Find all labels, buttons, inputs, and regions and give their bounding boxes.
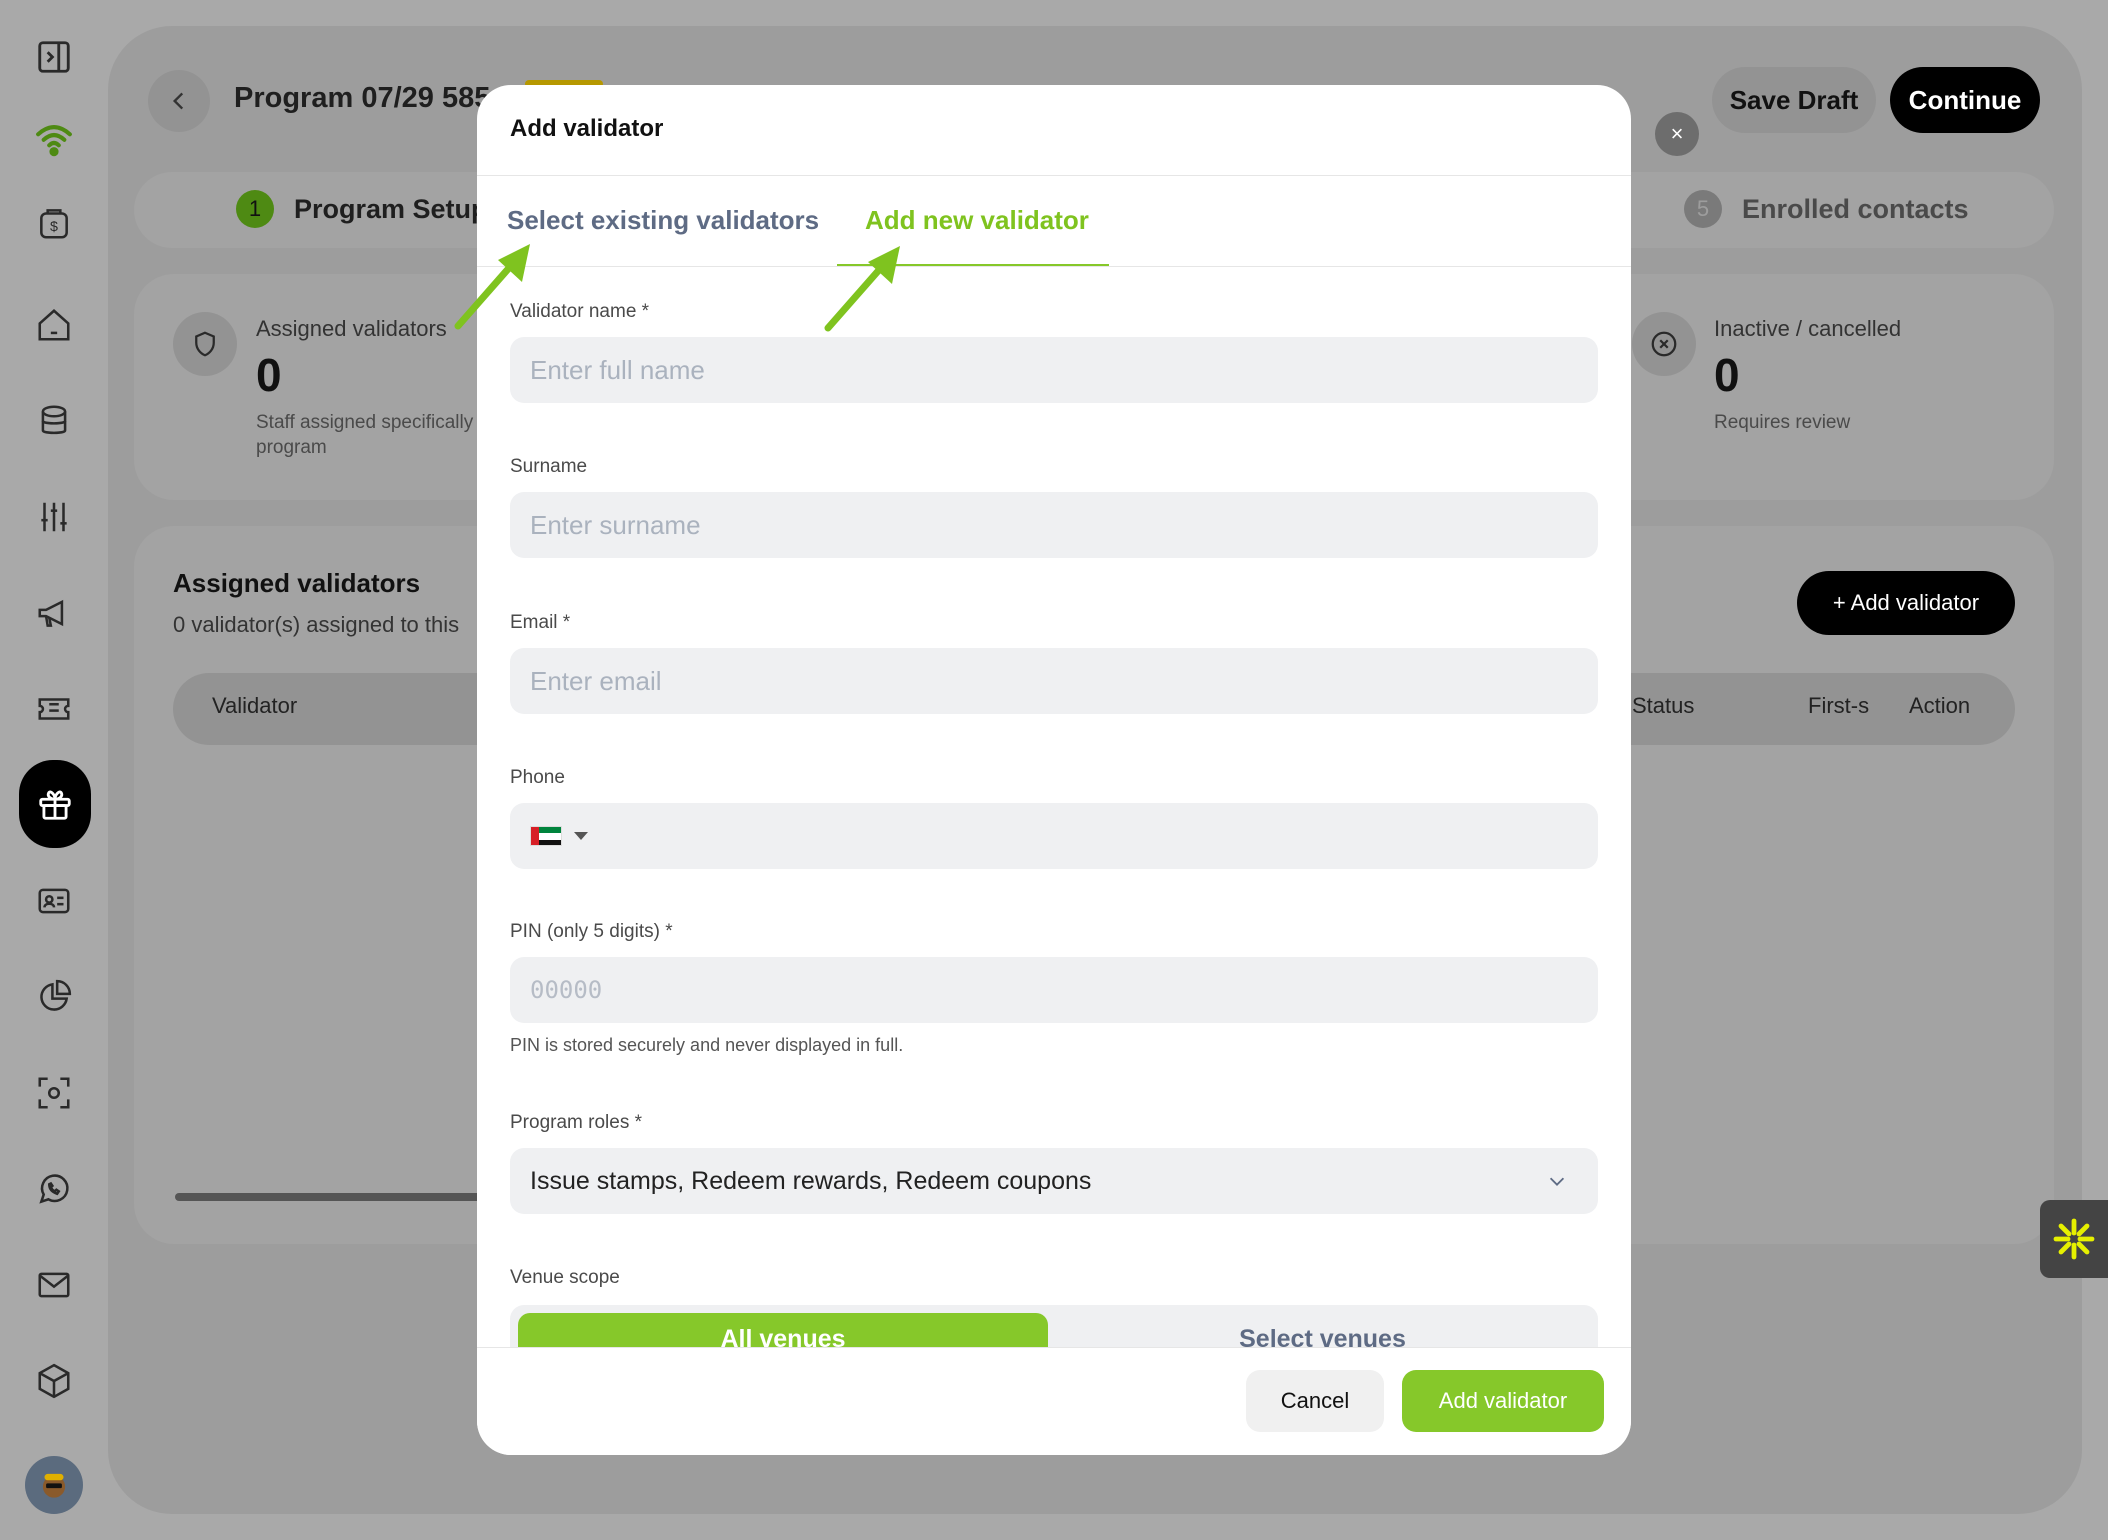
shield-icon — [173, 312, 237, 376]
save-draft-button[interactable]: Save Draft — [1712, 67, 1876, 133]
whatsapp-icon[interactable] — [19, 1154, 89, 1224]
tab-add-new[interactable]: Add new validator — [865, 205, 1089, 236]
home-icon[interactable] — [19, 290, 89, 360]
pin-hint: PIN is stored securely and never display… — [510, 1035, 904, 1055]
validator-name-input[interactable]: Enter full name — [510, 337, 1598, 403]
inactive-sub: Requires review — [1714, 412, 1851, 433]
step-5-number: 5 — [1684, 190, 1722, 228]
surname-label: Surname — [510, 456, 588, 477]
uae-flag-icon[interactable] — [530, 826, 562, 846]
svg-text:$: $ — [50, 219, 58, 235]
gift-icon[interactable] — [19, 760, 91, 848]
scan-icon[interactable] — [19, 1058, 89, 1128]
inactive-value: 0 — [1714, 349, 1740, 401]
assigned-validators-sub: Staff assigned specifically program — [256, 412, 474, 458]
surname-input[interactable]: Enter surname — [510, 492, 1598, 558]
program-roles-value: Issue stamps, Redeem rewards, Redeem cou… — [530, 1166, 1092, 1195]
inactive-label: Inactive / cancelled — [1714, 316, 1902, 341]
annotation-arrow-2 — [824, 246, 900, 332]
mail-icon[interactable] — [19, 1250, 89, 1320]
page-title: Program 07/29 585 — [234, 82, 491, 114]
add-validator-button[interactable]: Add validator — [1402, 1370, 1604, 1432]
step-1-label[interactable]: Program Setup — [294, 194, 488, 225]
assigned-validators-value: 0 — [256, 349, 282, 401]
horizontal-scrollbar[interactable] — [175, 1193, 495, 1201]
email-input[interactable]: Enter email — [510, 648, 1598, 714]
avatar[interactable] — [25, 1456, 83, 1514]
cancel-circle-icon — [1632, 312, 1696, 376]
cancel-button[interactable]: Cancel — [1246, 1370, 1384, 1432]
validators-subtitle: 0 validator(s) assigned to this — [173, 612, 460, 637]
column-action[interactable]: Action — [1909, 693, 1970, 719]
back-button[interactable] — [148, 70, 210, 132]
sidebar-toggle-icon[interactable] — [19, 22, 89, 92]
package-icon[interactable] — [19, 1346, 89, 1416]
sliders-icon[interactable] — [19, 482, 89, 552]
add-validator-modal: Add validator Select existing validators… — [477, 85, 1631, 1455]
annotation-arrow-1 — [454, 244, 530, 330]
assistant-spark-icon[interactable] — [2040, 1200, 2108, 1278]
brand-logo-icon — [19, 104, 89, 174]
wallet-icon[interactable]: $ — [19, 188, 89, 258]
step-1-number: 1 — [236, 190, 274, 228]
email-label: Email * — [510, 612, 571, 633]
add-validator-open-button[interactable]: + Add validator — [1797, 571, 2015, 635]
program-roles-select[interactable]: Issue stamps, Redeem rewards, Redeem cou… — [510, 1148, 1598, 1214]
megaphone-icon[interactable] — [19, 578, 89, 648]
column-first-seen[interactable]: First-s — [1808, 693, 1872, 719]
modal-footer: Cancel Add validator — [477, 1347, 1631, 1455]
phone-label: Phone — [510, 767, 565, 788]
id-card-icon[interactable] — [19, 866, 89, 936]
modal-divider — [477, 175, 1631, 176]
program-roles-label: Program roles * — [510, 1112, 642, 1133]
validators-title: Assigned validators — [173, 568, 421, 598]
chevron-down-icon — [1549, 1177, 1565, 1186]
tab-select-existing[interactable]: Select existing validators — [507, 205, 819, 236]
continue-button[interactable]: Continue — [1890, 67, 2040, 133]
tabs-divider — [477, 266, 1631, 267]
column-status[interactable]: Status — [1632, 693, 1694, 719]
venue-scope-label: Venue scope — [510, 1267, 620, 1288]
phone-input[interactable] — [510, 803, 1598, 869]
modal-title: Add validator — [510, 115, 664, 142]
pie-chart-icon[interactable] — [19, 962, 89, 1032]
pin-label: PIN (only 5 digits) * — [510, 921, 673, 942]
ticket-icon[interactable] — [19, 674, 89, 744]
pin-input[interactable]: 00000 — [510, 957, 1598, 1023]
country-dropdown-caret-icon[interactable] — [574, 832, 588, 840]
step-5-label[interactable]: Enrolled contacts — [1742, 194, 1969, 225]
close-modal-button[interactable]: × — [1655, 112, 1699, 156]
database-icon[interactable] — [19, 386, 89, 456]
sidebar: $ — [0, 0, 108, 1540]
assigned-validators-label: Assigned validators — [256, 316, 447, 341]
column-validator[interactable]: Validator — [212, 693, 297, 719]
